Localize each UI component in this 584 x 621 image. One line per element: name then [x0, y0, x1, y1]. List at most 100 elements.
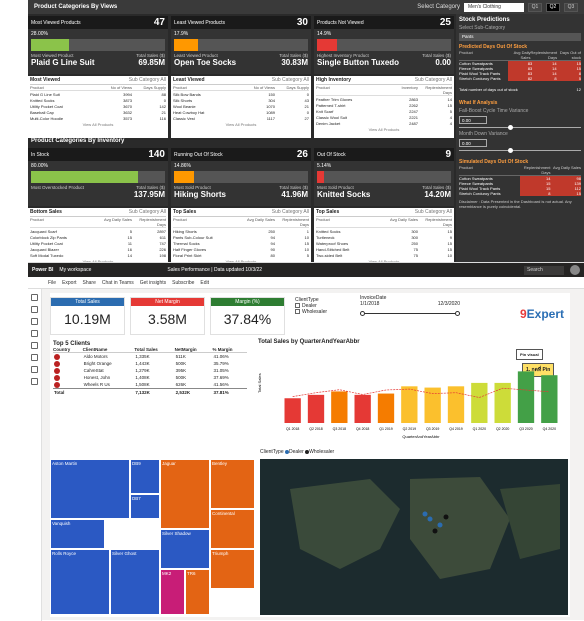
sales-bar[interactable]	[284, 398, 301, 423]
variance1-slider[interactable]	[459, 125, 581, 130]
toolbar-teams[interactable]: Chat in Teams	[102, 280, 134, 286]
table-row[interactable]: Thermal Socks 94 15	[173, 240, 309, 246]
sales-bar[interactable]	[377, 393, 395, 423]
table-row[interactable]: Floral Print Skirt 80 5	[173, 252, 309, 258]
table-row[interactable]: Baseball Cap 3632 21	[30, 109, 166, 115]
date-range-slider[interactable]	[360, 311, 460, 316]
wholesaler-option[interactable]: Wholesaler	[295, 309, 327, 315]
kpi-card[interactable]: In Stock 140 80.00% Most Overstocked Prod…	[28, 148, 168, 206]
sales-bar[interactable]	[471, 382, 488, 423]
sales-bar[interactable]	[424, 387, 441, 423]
toolbar-subscribe[interactable]: Subscribe	[172, 280, 194, 286]
category-dropdown[interactable]: Men's Clothing	[464, 2, 524, 12]
client-row[interactable]: CalVeStat 1,279K 395K 31.05%	[53, 367, 247, 374]
toolbar-insights[interactable]: Get insights	[140, 280, 166, 286]
search-input[interactable]: Search	[524, 265, 564, 275]
pred-row[interactable]: Stretch Corduroy Pants 82 8 5	[459, 76, 582, 81]
table-row[interactable]: Classic Vest 1117 27	[173, 115, 309, 121]
date-to[interactable]: 12/3/2020	[438, 301, 460, 307]
table-filter[interactable]: Sub Category All	[272, 77, 309, 83]
variance1-input[interactable]: 0.00	[459, 116, 487, 124]
treemap-tile[interactable]: Rolls Royce	[50, 549, 110, 615]
sales-bar[interactable]	[541, 375, 558, 423]
table-row[interactable]: Knitted Socks 3873 0	[30, 97, 166, 103]
table-row[interactable]: Patterned T-shirt 2262 15	[316, 102, 452, 108]
table-row[interactable]: Soft Modal Tuxedo 14 198	[30, 252, 166, 258]
variance2-slider[interactable]	[459, 148, 581, 153]
nav-workspaces-icon[interactable]	[31, 378, 38, 385]
table-filter[interactable]: Sub Category All	[415, 77, 452, 83]
variance2-input[interactable]: 0.00	[459, 139, 487, 147]
sales-bar[interactable]	[354, 394, 371, 423]
table-row[interactable]: Heat Cowboy Hat 1089 0	[173, 109, 309, 115]
table-row[interactable]: Knitted Socks 300 15	[316, 228, 452, 234]
table-row[interactable]: Turtleneck 300 9	[316, 234, 452, 240]
date-from[interactable]: 1/1/2018	[360, 301, 379, 307]
nav-home-icon[interactable]	[31, 294, 38, 301]
card-net-margin[interactable]: Net Margin 3.58M	[130, 297, 205, 335]
date-knob-left[interactable]	[360, 311, 365, 316]
toolbar-export[interactable]: Export	[62, 280, 76, 286]
table-filter[interactable]: Sub Category All	[415, 209, 452, 215]
sim-row[interactable]: Stretch Corduroy Pants 8 15	[459, 191, 581, 196]
table-row[interactable]: Pants Sub-Colour Suit 94 10	[173, 234, 309, 240]
table-row[interactable]: Feather Trim Gloves 2863 14	[316, 96, 452, 102]
table-row[interactable]: Wool Beanie 1070 21	[173, 103, 309, 109]
table-row[interactable]: Colorblock Zip Pants 15 611	[30, 234, 166, 240]
treemap-tile[interactable]: Continental	[210, 509, 255, 549]
kpi-card[interactable]: Products Not Viewed 25 14.9% Highest Inve…	[314, 16, 454, 74]
nav-apps-icon[interactable]	[31, 354, 38, 361]
quarter-q3-button[interactable]: Q3	[564, 2, 578, 12]
table-row[interactable]: Jacquard Scarf 5 2897	[30, 228, 166, 234]
treemap-tile[interactable]: Aston Martin	[50, 459, 130, 519]
sales-bar[interactable]	[307, 394, 325, 423]
date-knob-right[interactable]	[455, 311, 460, 316]
table-row[interactable]: Half Finger Gloves 90 10	[173, 246, 309, 252]
table-row[interactable]: Silk Bow Bands 150 0	[173, 91, 309, 97]
nav-browse-icon[interactable]	[31, 318, 38, 325]
treemap-tile[interactable]: Silver Ghost	[110, 549, 160, 615]
client-row[interactable]: Wheels R Us 1,508K 626K 41.56%	[53, 381, 247, 389]
client-row[interactable]: Aldo Motors 1,335K 511K 41.06%	[53, 353, 247, 361]
app-name[interactable]: Power BI	[32, 267, 53, 273]
avatar[interactable]	[570, 265, 580, 275]
sales-bar[interactable]	[331, 391, 348, 423]
nav-goals-icon[interactable]	[31, 342, 38, 349]
treemap-tile[interactable]: Vanquish	[50, 519, 105, 549]
quarter-q2-button[interactable]: Q2	[546, 2, 560, 12]
treemap-tile[interactable]: DB7	[130, 494, 160, 519]
table-row[interactable]: Knit Scarf 2247 5	[316, 108, 452, 114]
sales-bar[interactable]	[517, 371, 535, 423]
variance2-knob[interactable]	[507, 148, 513, 153]
sales-bar[interactable]	[447, 386, 465, 423]
table-filter[interactable]: Sub Category All	[129, 77, 166, 83]
table-filter[interactable]: Sub Category All	[272, 209, 309, 215]
table-row[interactable]: Utility Pocket Coat 3670 142	[30, 103, 166, 109]
view-all-link[interactable]: View All Products	[316, 127, 452, 132]
table-row[interactable]: Classic Wool Suit 2221 4	[316, 114, 452, 120]
view-all-link[interactable]: View All Products	[30, 122, 166, 127]
card-total-sales[interactable]: Total Sales 10.19M	[50, 297, 125, 335]
table-row[interactable]: Waterproof Shoes 250 15	[316, 240, 452, 246]
nav-create-icon[interactable]	[31, 306, 38, 313]
kpi-card[interactable]: Running Out Of Stock 26 14.86% Most Sold …	[171, 148, 311, 206]
table-row[interactable]: Plaid G Line Suit 3994 88	[30, 91, 166, 97]
quarter-q1-button[interactable]: Q1	[528, 2, 542, 12]
dealer-checkbox[interactable]	[295, 303, 300, 309]
kpi-card[interactable]: Out Of Stock 9 5.14% Most Sold Product Tot…	[314, 148, 454, 206]
variance1-knob[interactable]	[507, 125, 513, 130]
table-filter[interactable]: Sub Category All	[129, 209, 166, 215]
toolbar-edit[interactable]: Edit	[200, 280, 209, 286]
treemap-tile[interactable]: Triumph	[210, 549, 255, 589]
nav-data-icon[interactable]	[31, 330, 38, 337]
nav-learn-icon[interactable]	[31, 366, 38, 373]
wholesaler-checkbox[interactable]	[295, 309, 300, 315]
treemap-tile[interactable]: Jaguar	[160, 459, 210, 529]
treemap-tile[interactable]: MK2	[160, 569, 185, 615]
toolbar-share[interactable]: Share	[83, 280, 96, 286]
card-margin-pct[interactable]: Margin (%) 37.84%	[210, 297, 285, 335]
kpi-card[interactable]: Most Viewed Products 47 28.00% Most Viewe…	[28, 16, 168, 74]
treemap-tile[interactable]: DB9	[130, 459, 160, 494]
view-all-link[interactable]: View All Products	[173, 122, 309, 127]
kpi-card[interactable]: Least Viewed Products 30 17.9% Least View…	[171, 16, 311, 74]
